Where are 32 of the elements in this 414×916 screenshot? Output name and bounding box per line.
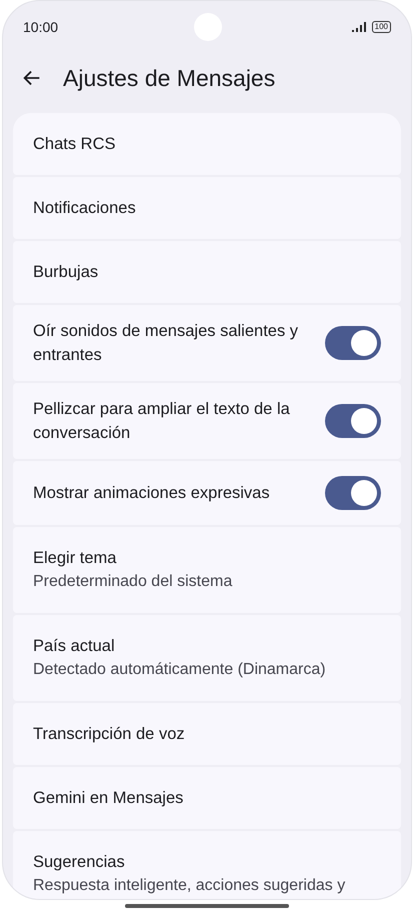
battery-level: 100	[372, 21, 391, 33]
status-time: 10:00	[23, 18, 58, 36]
setting-label: Pellizcar para ampliar el texto de la conversación	[33, 399, 291, 444]
settings-row[interactable]: Gemini en Mensajes	[13, 767, 401, 829]
settings-row[interactable]: Mostrar animaciones expresivas	[13, 461, 401, 525]
settings-row[interactable]: País actual Detectado automáticamente (Dinamarca)	[13, 615, 401, 701]
settings-row[interactable]: Elegir tema Predeterminado del sistema	[13, 527, 401, 613]
setting-value: Predeterminado del sistema	[33, 572, 234, 592]
setting-label: Notificaciones	[33, 198, 137, 219]
setting-value: Respuesta inteligente, acciones sugeridas y	[33, 876, 346, 896]
setting-label: Gemini en Mensajes	[33, 788, 184, 809]
setting-label: Sugerencias	[33, 852, 126, 873]
toggle-switch[interactable]	[325, 476, 381, 510]
setting-value: Detectado automáticamente (Dinamarca)	[33, 660, 327, 680]
setting-label: Chats RCS	[33, 134, 117, 155]
signal-icon	[352, 22, 368, 32]
settings-row[interactable]: Oír sonidos de mensajes salientes y entrantes	[13, 305, 401, 381]
setting-label: País actual	[33, 636, 116, 657]
setting-label: Burbujas	[33, 262, 100, 283]
settings-row[interactable]: Sugerencias Respuesta inteligente, acciones sugeridas y	[13, 831, 401, 899]
page-title: Ajustes de Mensajes	[63, 64, 276, 93]
settings-row[interactable]: Transcripción de voz	[13, 703, 401, 765]
setting-label: Elegir tema	[33, 548, 118, 569]
settings-row[interactable]: Notificaciones	[13, 177, 401, 239]
setting-label: Oír sonidos de mensajes salientes y entrantes	[33, 321, 300, 366]
settings-row[interactable]: Burbujas	[13, 241, 401, 303]
toggle-switch[interactable]	[325, 326, 381, 360]
toggle-switch[interactable]	[325, 404, 381, 438]
setting-label: Mostrar animaciones expresivas	[33, 483, 271, 504]
settings-row[interactable]: Pellizcar para ampliar el texto de la conversación	[13, 383, 401, 459]
settings-row[interactable]: Chats RCS	[13, 113, 401, 175]
setting-label: Transcripción de voz	[33, 724, 186, 745]
